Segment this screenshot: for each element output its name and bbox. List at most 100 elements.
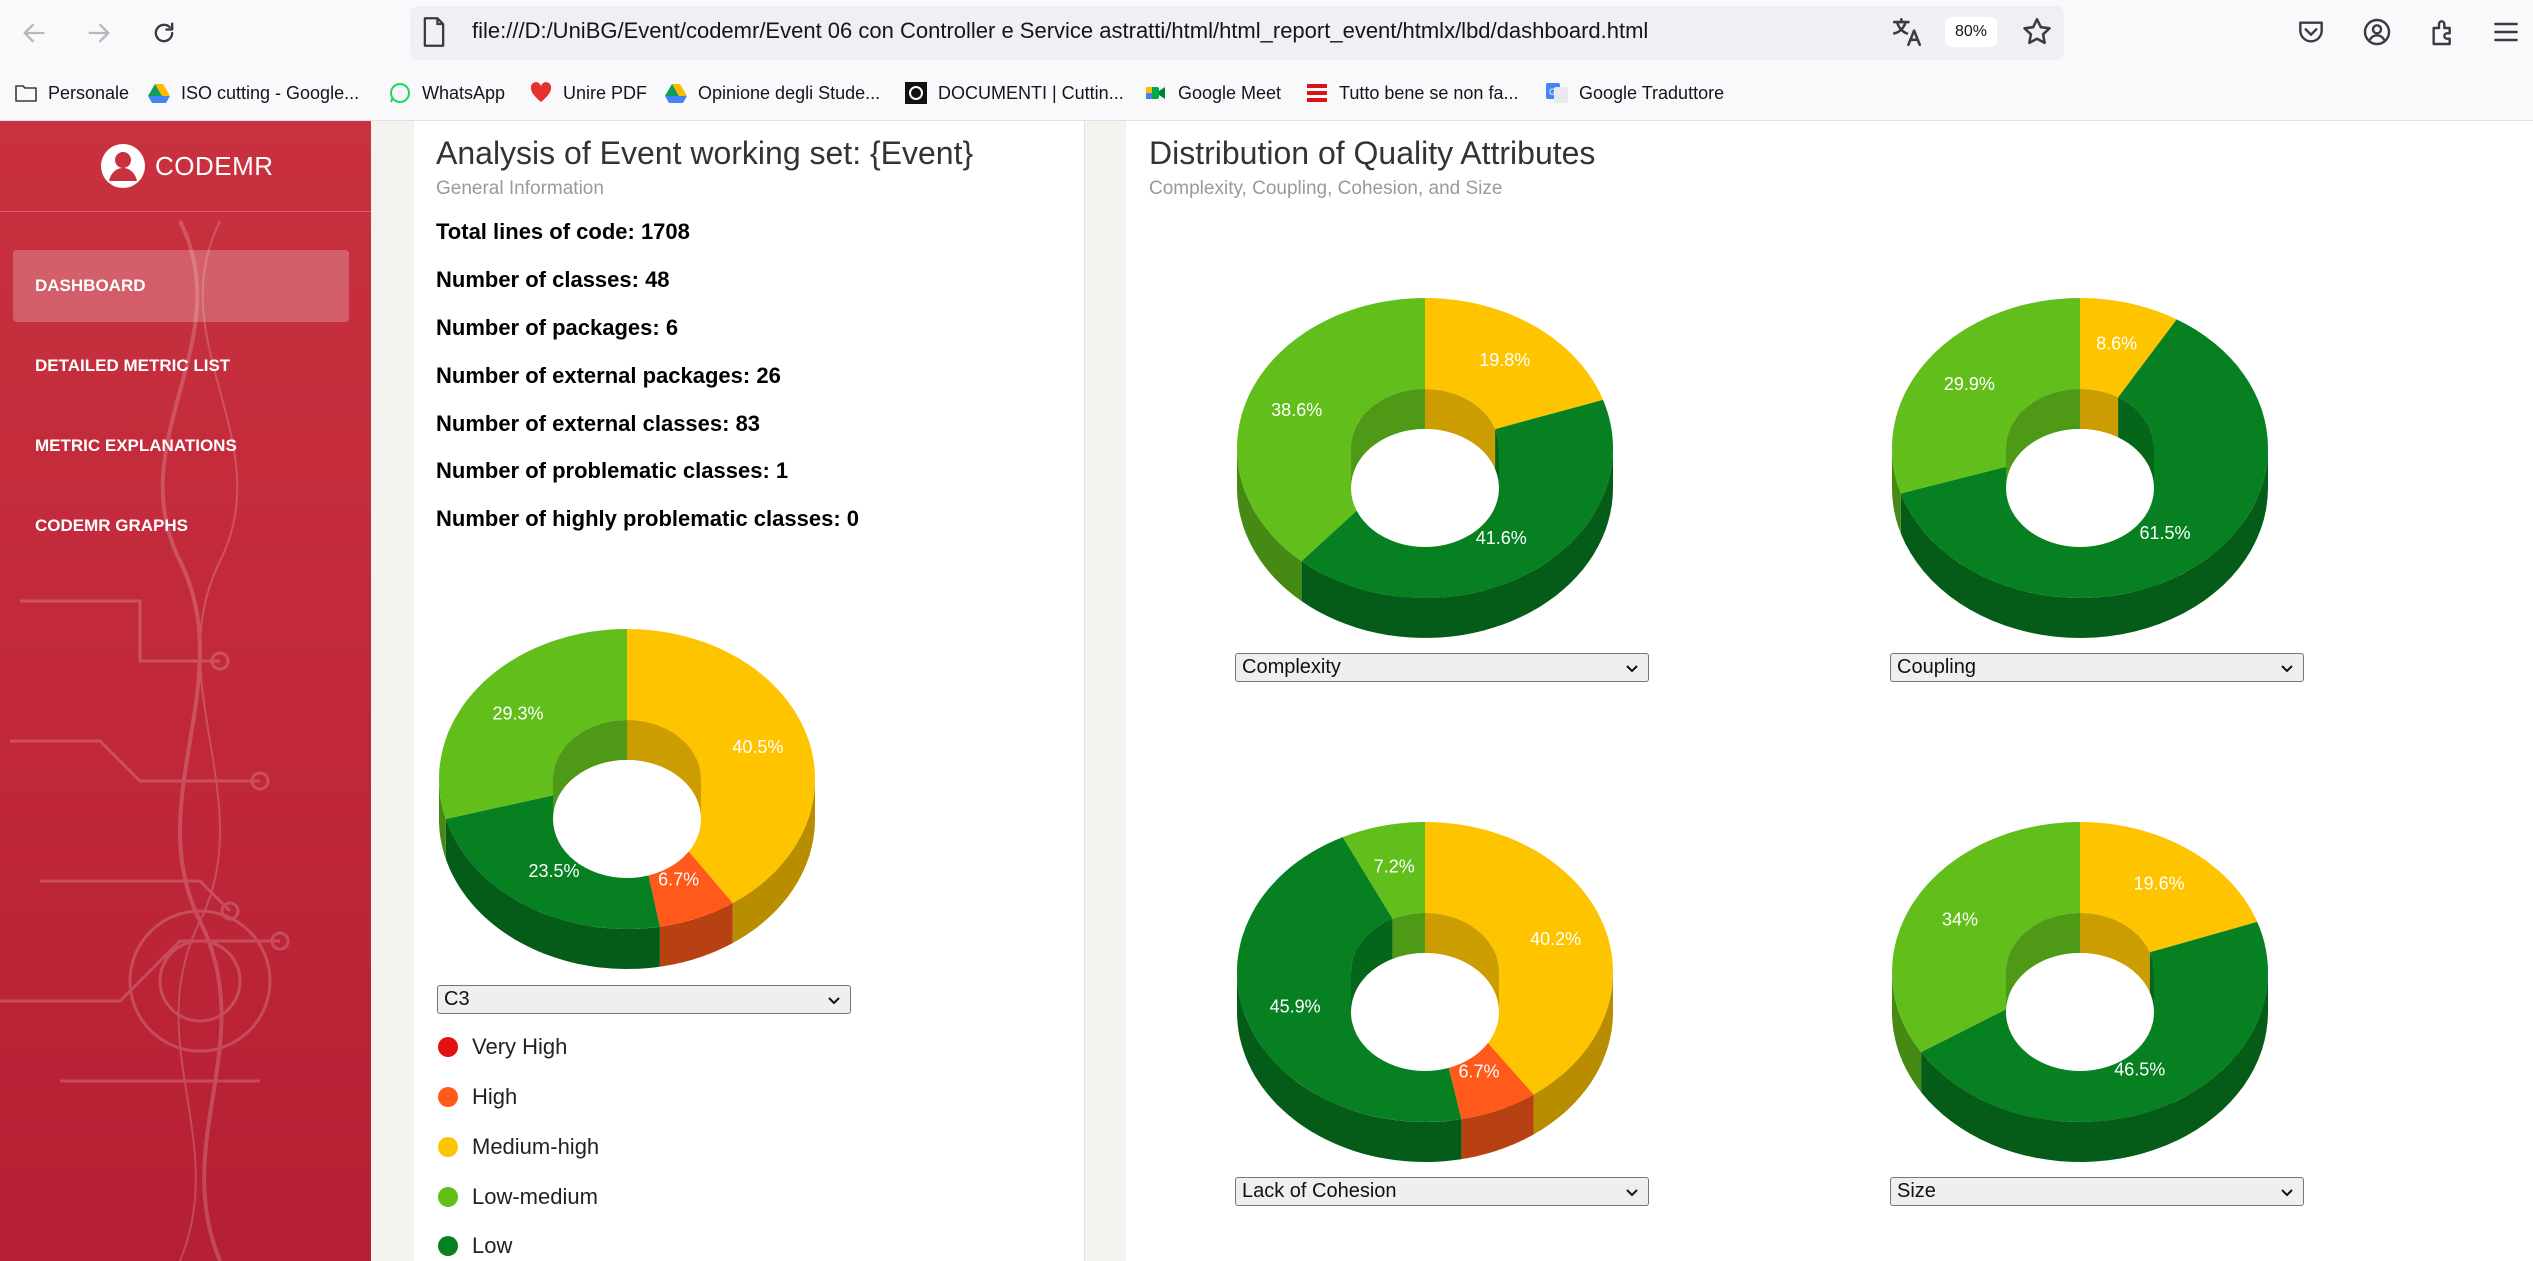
legend-dot <box>438 1087 458 1107</box>
card-title: Analysis of Event working set: {Event} <box>436 135 974 171</box>
sidebar-item-codemr-graphs[interactable]: CODEMR GRAPHS <box>13 490 349 562</box>
pie-label-low: 46.5% <box>2114 1060 2165 1080</box>
pie-label-medium-high: 19.8% <box>1479 350 1530 370</box>
stat-problematic-classes: Number of problematic classes: 1 <box>436 458 789 483</box>
legend-label: Low <box>472 1233 513 1258</box>
pie-label-low-medium: 34% <box>1942 910 1978 930</box>
sidebar-item-dashboard[interactable]: DASHBOARD <box>13 250 349 322</box>
card-subtitle: General Information <box>436 178 604 199</box>
bookmark-unire-pdf[interactable]: Unire PDF <box>529 80 647 106</box>
url-text[interactable]: file:///D:/UniBG/Event/codemr/Event 06 c… <box>472 18 1648 44</box>
bookmark-iso-cutting[interactable]: ISO cutting - Google... <box>147 80 359 106</box>
coupling-metric-select[interactable]: Coupling <box>1890 653 2304 682</box>
zoom-level-badge[interactable]: 80% <box>1945 17 1997 47</box>
sidebar-item-detailed-metric-list[interactable]: DETAILED METRIC LIST <box>13 330 349 402</box>
stat-total-lines: Total lines of code: 1708 <box>436 219 690 244</box>
google-drive-icon <box>665 84 687 103</box>
bookmark-label: DOCUMENTI | Cuttin... <box>938 82 1124 103</box>
select-value: Coupling <box>1897 656 1976 678</box>
bookmark-star-icon[interactable] <box>2020 15 2054 49</box>
select-value: C3 <box>444 988 470 1010</box>
back-arrow-icon <box>23 23 45 43</box>
translate-icon[interactable] <box>1890 15 1924 49</box>
back-button[interactable] <box>15 14 53 52</box>
whatsapp-icon <box>390 83 410 103</box>
pie-inner-wall-low-medium <box>1392 913 1425 959</box>
bookmark-google-traduttore[interactable]: G Google Traduttore <box>1545 80 1724 106</box>
legend-label: High <box>472 1084 518 1109</box>
complexity-metric-select[interactable]: Complexity <box>1235 653 1649 682</box>
sidebar-item-metric-explanations[interactable]: METRIC EXPLANATIONS <box>13 410 349 482</box>
legend-item-low-medium: Low-medium <box>438 1182 598 1212</box>
logo-area[interactable]: CODEMR <box>0 121 371 212</box>
document-site-icon <box>905 82 927 104</box>
card-subtitle: Complexity, Coupling, Cohesion, and Size <box>1149 178 1503 199</box>
pie-label-low: 61.5% <box>2139 523 2190 543</box>
chevron-down-icon <box>828 997 840 1005</box>
select-value: Size <box>1897 1180 1936 1202</box>
chevron-down-icon <box>1626 665 1638 673</box>
logo-text: CODEMR <box>155 151 274 181</box>
pie-label-low-medium: 29.9% <box>1944 374 1995 394</box>
bookmark-documenti[interactable]: DOCUMENTI | Cuttin... <box>904 80 1124 106</box>
google-drive-icon <box>148 84 170 103</box>
reload-icon <box>154 22 174 43</box>
legend-dot <box>438 1137 458 1157</box>
legend-label: Low-medium <box>472 1184 598 1209</box>
pocket-icon[interactable] <box>2295 16 2327 48</box>
select-value: Complexity <box>1242 656 1341 678</box>
legend-dot <box>438 1037 458 1057</box>
codemr-logo-icon <box>101 144 145 188</box>
google-meet-icon <box>1146 87 1165 99</box>
pie-label-medium-high: 8.6% <box>2096 333 2137 353</box>
chevron-down-icon <box>1626 1189 1638 1197</box>
coupling-chart: 8.6% 61.5% 29.9% <box>1880 293 2280 673</box>
bookmark-personale[interactable]: Personale <box>14 80 129 106</box>
pie-hole <box>2006 429 2154 547</box>
pie-label-low-medium: 38.6% <box>1271 400 1322 420</box>
reload-button[interactable] <box>145 14 183 52</box>
bookmark-opinione[interactable]: Opinione degli Stude... <box>664 80 880 106</box>
pie-label-low: 23.5% <box>528 861 579 881</box>
pie-label-high: 6.7% <box>1458 1062 1499 1082</box>
bookmark-whatsapp[interactable]: WhatsApp <box>388 80 505 106</box>
legend-label: Very High <box>472 1034 568 1059</box>
browser-toolbar: file:///D:/UniBG/Event/codemr/Event 06 c… <box>0 0 2533 66</box>
legend-item-very-high: Very High <box>438 1032 567 1062</box>
card-title: Distribution of Quality Attributes <box>1149 135 1596 171</box>
forward-button[interactable] <box>80 14 118 52</box>
general-info-card: Analysis of Event working set: {Event} G… <box>414 121 1085 1261</box>
stat-highly-problematic-classes: Number of highly problematic classes: 0 <box>436 506 860 531</box>
lack-of-cohesion-metric-select[interactable]: Lack of Cohesion <box>1235 1177 1649 1206</box>
bookmark-label: Tutto bene se non fa... <box>1339 82 1519 103</box>
stat-classes: Number of classes: 48 <box>436 267 670 292</box>
legend-dot <box>438 1187 458 1207</box>
folder-icon <box>15 85 37 102</box>
bookmark-tutto-bene[interactable]: Tutto bene se non fa... <box>1305 80 1518 106</box>
account-icon[interactable] <box>2361 16 2393 48</box>
menu-icon[interactable] <box>2490 16 2522 48</box>
pie-hole <box>1351 953 1499 1071</box>
bookmark-label: Unire PDF <box>563 82 648 103</box>
pie-label-medium-high: 19.6% <box>2134 873 2185 893</box>
c3-metric-select[interactable]: C3 <box>437 985 851 1014</box>
legend-item-high: High <box>438 1082 517 1112</box>
bookmarks-bar: Personale ISO cutting - Google... WhatsA… <box>0 66 2533 121</box>
bookmark-label: WhatsApp <box>422 82 506 103</box>
size-metric-select[interactable]: Size <box>1890 1177 2304 1206</box>
lack-of-cohesion-chart: 40.2% 6.7% 45.9% 7.2% <box>1225 817 1625 1197</box>
pie-label-high: 6.7% <box>658 870 699 890</box>
chevron-down-icon <box>2281 1189 2293 1197</box>
complexity-chart: 19.8% 41.6% 38.6% <box>1225 293 1625 673</box>
bookmark-label: Google Meet <box>1178 82 1282 103</box>
pie-hole <box>2006 953 2154 1071</box>
bookmark-label: ISO cutting - Google... <box>181 82 360 103</box>
chevron-down-icon <box>2281 665 2293 673</box>
forward-arrow-icon <box>88 23 110 43</box>
extensions-icon[interactable] <box>2427 16 2459 48</box>
sidebar: CODEMR DASHBOARD DETAILED METRIC LIST ME… <box>0 121 371 1261</box>
bookmark-google-meet[interactable]: Google Meet <box>1144 80 1281 106</box>
trenitalia-icon <box>1307 84 1327 102</box>
page-icon <box>423 17 445 47</box>
pie-label-low-medium: 7.2% <box>1374 856 1415 876</box>
